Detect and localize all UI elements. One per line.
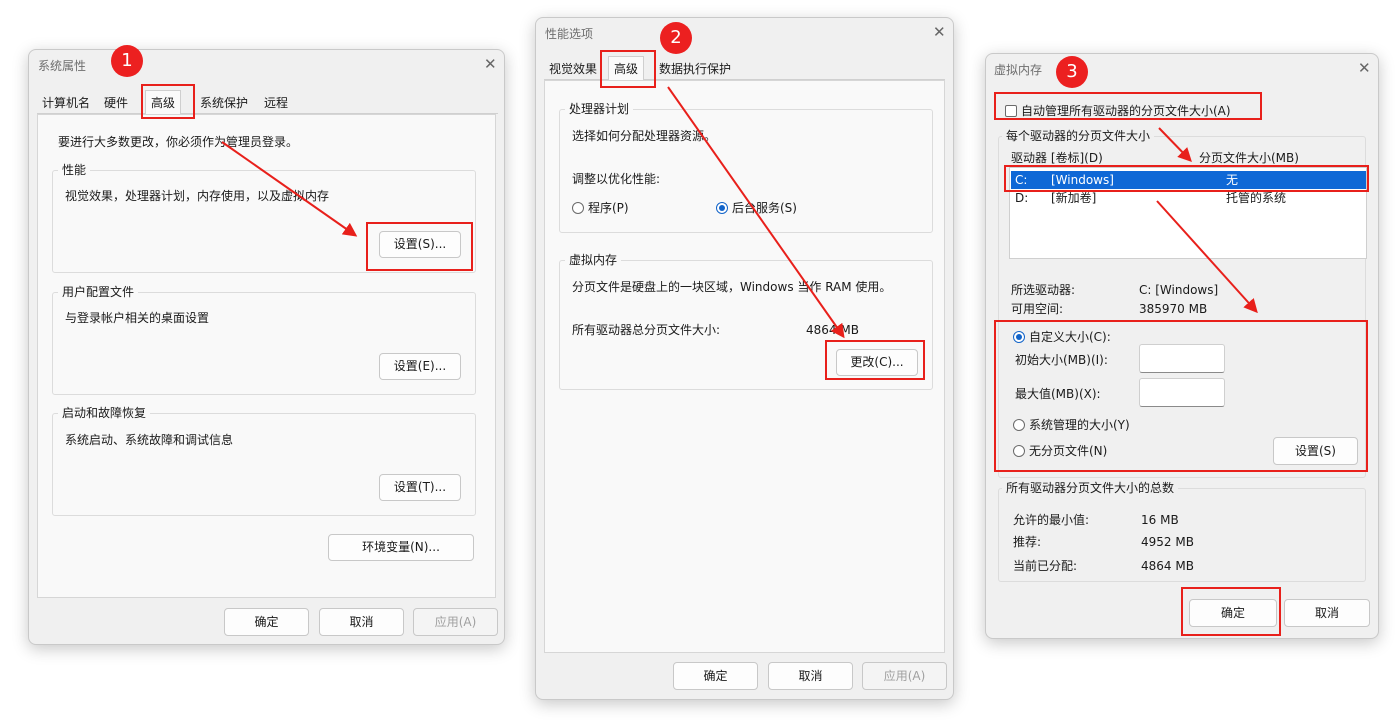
tab-advanced[interactable]: 高级 [145, 90, 182, 115]
processor-scheduling-title: 处理器计划 [565, 102, 634, 116]
step-badge-3: 3 [1056, 56, 1088, 88]
min-allowed-label: 允许的最小值: [1013, 513, 1090, 527]
change-button[interactable]: 更改(C)... [836, 349, 918, 376]
tab-panel: 选择如何分配处理器资源。 调整以优化性能: 程序(P) 后台服务(S) 处理器计… [544, 80, 945, 653]
processor-scheduling-group: 选择如何分配处理器资源。 调整以优化性能: 程序(P) 后台服务(S) [559, 109, 933, 233]
initial-size-label: 初始大小(MB)(I): [1015, 353, 1108, 367]
user-profiles-group: 与登录帐户相关的桌面设置 设置(E)... [52, 292, 476, 395]
apply-button[interactable]: 应用(A) [862, 662, 947, 690]
drive-paging-size[interactable]: 托管的系统 [1226, 191, 1286, 205]
free-space-label: 可用空间: [1011, 302, 1064, 316]
processor-desc: 选择如何分配处理器资源。 [572, 129, 717, 143]
drive-label[interactable]: [新加卷] [1051, 191, 1096, 205]
total-paging-value: 4864 MB [806, 323, 859, 337]
startup-recovery-title: 启动和故障恢复 [58, 406, 151, 420]
cancel-button[interactable]: 取消 [768, 662, 853, 690]
virtual-memory-dialog: 虚拟内存 ✕ 自动管理所有驱动器的分页文件大小(A) 驱动器 [卷标](D) 分… [985, 53, 1379, 639]
optimize-label: 调整以优化性能: [572, 172, 661, 186]
column-size-header: 分页文件大小(MB) [1199, 151, 1299, 165]
column-drive-header: 驱动器 [卷标](D) [1011, 151, 1103, 165]
tab-hardware[interactable]: 硬件 [99, 92, 133, 114]
tab-remote[interactable]: 远程 [259, 92, 293, 114]
tab-advanced[interactable]: 高级 [608, 56, 645, 81]
max-size-input[interactable] [1139, 378, 1225, 407]
performance-group: 视觉效果，处理器计划，内存使用，以及虚拟内存 设置(S)... [52, 170, 476, 273]
currently-allocated-label: 当前已分配: [1013, 559, 1078, 573]
auto-manage-checkbox[interactable] [1005, 105, 1017, 117]
currently-allocated-value: 4864 MB [1141, 559, 1194, 573]
performance-title: 性能 [58, 163, 91, 177]
close-icon[interactable]: ✕ [484, 57, 497, 72]
no-paging-file-radio[interactable] [1013, 445, 1025, 457]
per-drive-group: 驱动器 [卷标](D) 分页文件大小(MB) C: [Windows] 无 D:… [998, 136, 1367, 478]
performance-settings-button[interactable]: 设置(S)... [379, 231, 461, 258]
performance-options-dialog: 性能选项 ✕ 视觉效果 高级 数据执行保护 选择如何分配处理器资源。 调整以优化… [535, 17, 954, 700]
environment-variables-button[interactable]: 环境变量(N)... [328, 534, 474, 561]
ok-button[interactable]: 确定 [224, 608, 309, 636]
system-properties-dialog: 系统属性 ✕ 计算机名 硬件 高级 系统保护 远程 要进行大多数更改，你必须作为… [28, 49, 505, 645]
drive-paging-size: 无 [1226, 173, 1239, 187]
step-badge-2: 2 [660, 22, 692, 54]
drive-label: [Windows] [1051, 173, 1114, 187]
close-icon[interactable]: ✕ [933, 25, 946, 40]
virtual-memory-title: 虚拟内存 [565, 253, 622, 267]
window-title: 虚拟内存 [994, 63, 1043, 77]
tab-panel: 要进行大多数更改，你必须作为管理员登录。 视觉效果，处理器计划，内存使用，以及虚… [37, 114, 496, 598]
tab-strip: 视觉效果 高级 数据执行保护 [544, 56, 945, 81]
admin-notice: 要进行大多数更改，你必须作为管理员登录。 [58, 135, 299, 149]
max-size-label: 最大值(MB)(X): [1015, 387, 1101, 401]
startup-recovery-group: 系统启动、系统故障和调试信息 设置(T)... [52, 413, 476, 516]
tab-system-protection[interactable]: 系统保护 [195, 92, 253, 114]
no-paging-file-label[interactable]: 无分页文件(N) [1029, 444, 1107, 458]
user-profiles-settings-button[interactable]: 设置(E)... [379, 353, 461, 380]
free-space-value: 385970 MB [1139, 302, 1208, 316]
programs-radio-label[interactable]: 程序(P) [588, 201, 629, 215]
user-profiles-title: 用户配置文件 [58, 285, 139, 299]
ok-button[interactable]: 确定 [1189, 599, 1277, 627]
tab-visual-effects[interactable]: 视觉效果 [544, 58, 602, 80]
custom-size-radio[interactable] [1013, 331, 1025, 343]
set-button[interactable]: 设置(S) [1273, 437, 1358, 465]
background-services-radio-label[interactable]: 后台服务(S) [732, 201, 797, 215]
ok-button[interactable]: 确定 [673, 662, 758, 690]
tab-strip: 计算机名 硬件 高级 系统保护 远程 [37, 90, 498, 115]
close-icon[interactable]: ✕ [1358, 61, 1371, 76]
total-group: 允许的最小值: 16 MB 推荐: 4952 MB 当前已分配: 4864 MB [998, 488, 1366, 582]
auto-manage-label[interactable]: 自动管理所有驱动器的分页文件大小(A) [1021, 104, 1231, 118]
startup-recovery-settings-button[interactable]: 设置(T)... [379, 474, 461, 501]
selected-drive-value: C: [Windows] [1139, 283, 1219, 297]
system-managed-label[interactable]: 系统管理的大小(Y) [1029, 418, 1130, 432]
total-paging-label: 所有驱动器总分页文件大小: [572, 323, 721, 337]
cancel-button[interactable]: 取消 [319, 608, 404, 636]
system-managed-radio[interactable] [1013, 419, 1025, 431]
drive-letter: C: [1015, 173, 1028, 187]
drive-list[interactable]: C: [Windows] 无 D: [新加卷] 托管的系统 [1009, 167, 1367, 259]
total-title: 所有驱动器分页文件大小的总数 [1002, 481, 1179, 495]
window-title: 性能选项 [545, 27, 594, 41]
recommended-value: 4952 MB [1141, 535, 1194, 549]
background-services-radio[interactable] [716, 202, 728, 214]
custom-size-label[interactable]: 自定义大小(C): [1029, 330, 1111, 344]
step-badge-1: 1 [111, 45, 143, 77]
recommended-label: 推荐: [1013, 535, 1042, 549]
performance-desc: 视觉效果，处理器计划，内存使用，以及虚拟内存 [65, 189, 330, 203]
tab-dep[interactable]: 数据执行保护 [654, 58, 736, 80]
apply-button[interactable]: 应用(A) [413, 608, 498, 636]
virtual-memory-group: 分页文件是硬盘上的一块区域，Windows 当作 RAM 使用。 所有驱动器总分… [559, 260, 933, 390]
cancel-button[interactable]: 取消 [1284, 599, 1370, 627]
virtual-memory-desc: 分页文件是硬盘上的一块区域，Windows 当作 RAM 使用。 [572, 280, 892, 294]
tab-computer-name[interactable]: 计算机名 [37, 92, 95, 114]
drive-letter[interactable]: D: [1015, 191, 1028, 205]
programs-radio[interactable] [572, 202, 584, 214]
window-title: 系统属性 [38, 59, 87, 73]
min-allowed-value: 16 MB [1141, 513, 1179, 527]
selected-drive-label: 所选驱动器: [1011, 283, 1076, 297]
initial-size-input[interactable] [1139, 344, 1225, 373]
user-profiles-desc: 与登录帐户相关的桌面设置 [65, 311, 210, 325]
per-drive-title: 每个驱动器的分页文件大小 [1002, 129, 1155, 143]
startup-recovery-desc: 系统启动、系统故障和调试信息 [65, 433, 234, 447]
